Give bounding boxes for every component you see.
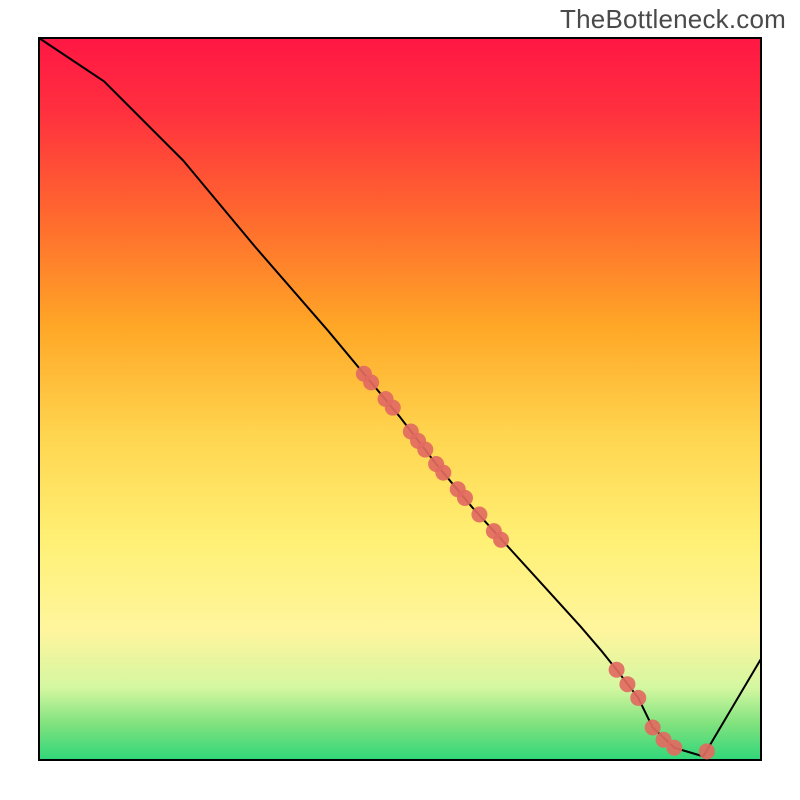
watermark-text: TheBottleneck.com — [560, 4, 786, 35]
chart-container: TheBottleneck.com — [0, 0, 800, 800]
scatter-point — [630, 690, 646, 706]
scatter-point — [457, 490, 473, 506]
scatter-point — [699, 743, 715, 759]
scatter-point — [385, 400, 401, 416]
scatter-point — [417, 442, 433, 458]
scatter-point — [363, 374, 379, 390]
scatter-point — [435, 465, 451, 481]
scatter-point — [471, 507, 487, 523]
scatter-point — [666, 740, 682, 756]
scatter-point — [609, 662, 625, 678]
plot-background — [39, 38, 761, 760]
scatter-point — [493, 532, 509, 548]
scatter-point — [645, 720, 661, 736]
chart-svg — [0, 0, 800, 800]
scatter-point — [619, 676, 635, 692]
